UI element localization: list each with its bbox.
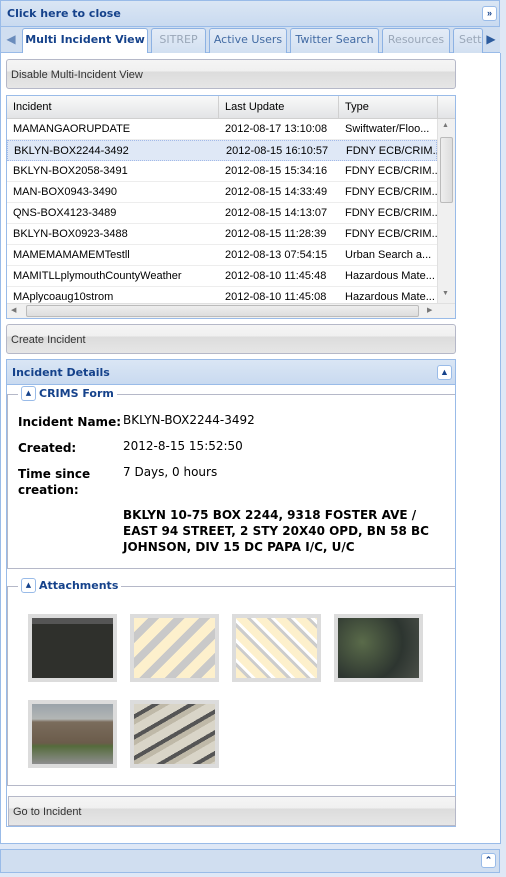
cell-last-update: 2012-08-17 13:10:08 bbox=[225, 123, 328, 135]
cell-last-update: 2012-08-10 11:45:08 bbox=[225, 291, 327, 303]
tab-resources[interactable]: Resources bbox=[382, 28, 450, 53]
cell-type: Hazardous Mate... bbox=[345, 270, 435, 282]
attachment-thumbnail[interactable] bbox=[232, 614, 321, 682]
create-incident-button[interactable]: Create Incident bbox=[6, 324, 456, 354]
cell-incident: BKLYN-BOX0923-3488 bbox=[13, 228, 128, 240]
cell-type: FDNY ECB/CRIM... bbox=[346, 145, 438, 157]
bottom-bar: ⌃ bbox=[0, 849, 500, 873]
double-chevron-up-icon[interactable]: ⌃ bbox=[481, 853, 496, 868]
table-row[interactable]: QNS-BOX4123-3489 2012-08-15 14:13:07 FDNY … bbox=[7, 203, 437, 224]
cell-incident: MAMEMAMAMEMTestll bbox=[13, 249, 130, 261]
collapse-up-icon[interactable]: ▲ bbox=[21, 386, 36, 401]
tab-active-users[interactable]: Active Users bbox=[209, 28, 287, 53]
tab-settings[interactable]: Sett bbox=[453, 28, 483, 53]
close-header-label[interactable]: Click here to close bbox=[7, 7, 121, 20]
cell-incident: MAMITLLplymouthCountyWeather bbox=[13, 270, 182, 282]
vertical-scrollbar[interactable]: ▲ ▼ bbox=[437, 119, 455, 303]
cell-last-update: 2012-08-13 07:54:15 bbox=[225, 249, 328, 261]
attachment-thumbnail[interactable] bbox=[28, 700, 117, 768]
tab-sitrep[interactable]: SITREP bbox=[151, 28, 206, 53]
incident-name-value: BKLYN-BOX2244-3492 bbox=[123, 413, 255, 427]
incident-details-title: Incident Details bbox=[12, 366, 110, 379]
column-header-type[interactable]: Type bbox=[339, 96, 438, 119]
crims-form-legend[interactable]: ▲ CRIMS Form bbox=[18, 386, 117, 401]
cell-last-update: 2012-08-10 11:45:48 bbox=[225, 270, 327, 282]
cell-last-update: 2012-08-15 14:33:49 bbox=[225, 186, 328, 198]
table-row[interactable]: BKLYN-BOX0923-3488 2012-08-15 11:28:39 FDN… bbox=[7, 224, 437, 245]
table-row[interactable]: MAMITLLplymouthCountyWeather 2012-08-10 1… bbox=[7, 266, 437, 287]
cell-last-update: 2012-08-15 15:34:16 bbox=[225, 165, 328, 177]
tab-twitter-search[interactable]: Twitter Search bbox=[290, 28, 379, 53]
cell-type: Urban Search a... bbox=[345, 249, 432, 261]
crims-form-fieldset: ▲ CRIMS Form Incident Name: BKLYN-BOX224… bbox=[7, 386, 455, 569]
column-header-spacer bbox=[438, 96, 455, 119]
collapse-header[interactable]: Click here to close » bbox=[0, 0, 500, 27]
column-header-incident[interactable]: Incident bbox=[7, 96, 219, 119]
cell-type: FDNY ECB/CRIM... bbox=[345, 186, 437, 198]
incident-description: BKLYN 10-75 BOX 2244, 9318 FOSTER AVE / … bbox=[123, 508, 429, 554]
incident-details-header: Incident Details ▲ bbox=[7, 360, 455, 385]
cell-type: Swiftwater/Floo... bbox=[345, 123, 430, 135]
attachment-thumbnail[interactable] bbox=[130, 700, 219, 768]
table-row[interactable]: MAN-BOX0943-3490 2012-08-15 14:33:49 FDNY … bbox=[7, 182, 437, 203]
scrollbar-thumb[interactable] bbox=[440, 137, 453, 203]
cell-incident: MAMANGAORUPDATE bbox=[13, 123, 131, 135]
table-row[interactable]: BKLYN-BOX2058-3491 2012-08-15 15:34:16 FDN… bbox=[7, 161, 437, 182]
table-row[interactable]: MAMEMAMAMEMTestll 2012-08-13 07:54:15 Urba… bbox=[7, 245, 437, 266]
attachment-thumbnail[interactable] bbox=[130, 614, 219, 682]
attachment-thumbnail[interactable] bbox=[334, 614, 423, 682]
incident-details-panel: Incident Details ▲ ▲ CRIMS Form Incident… bbox=[6, 359, 456, 827]
attachment-thumbnail[interactable] bbox=[28, 614, 117, 682]
disable-multi-incident-button[interactable]: Disable Multi-Incident View bbox=[6, 59, 456, 89]
table-row[interactable]: BKLYN-BOX2244-3492 2012-08-15 16:10:57 FDN… bbox=[7, 140, 438, 161]
cell-type: FDNY ECB/CRIM... bbox=[345, 207, 437, 219]
incident-name-label: Incident Name: bbox=[18, 415, 122, 429]
cell-incident: MAN-BOX0943-3490 bbox=[13, 186, 117, 198]
time-since-value: 7 Days, 0 hours bbox=[123, 465, 218, 479]
incident-grid: Incident Last Update Type MAMANGAORUPDAT… bbox=[6, 95, 456, 319]
cell-type: FDNY ECB/CRIM... bbox=[345, 165, 437, 177]
cell-last-update: 2012-08-15 16:10:57 bbox=[226, 145, 329, 157]
table-row[interactable]: MAMANGAORUPDATE 2012-08-17 13:10:08 Swiftw… bbox=[7, 119, 437, 140]
cell-incident: BKLYN-BOX2058-3491 bbox=[13, 165, 128, 177]
cell-type: Hazardous Mate... bbox=[345, 291, 435, 303]
tab-multi-incident-view[interactable]: Multi Incident View bbox=[22, 28, 148, 54]
cell-last-update: 2012-08-15 14:13:07 bbox=[225, 207, 328, 219]
cell-incident: BKLYN-BOX2244-3492 bbox=[14, 145, 129, 157]
collapse-up-icon[interactable]: ▲ bbox=[437, 365, 452, 380]
tab-strip: ◀ Multi Incident View SITREP Active User… bbox=[0, 27, 500, 54]
attachments-legend[interactable]: ▲ Attachments bbox=[18, 578, 122, 593]
time-since-label-2: creation: bbox=[18, 483, 79, 497]
time-since-label: Time since bbox=[18, 467, 91, 481]
cell-incident: QNS-BOX4123-3489 bbox=[13, 207, 117, 219]
created-label: Created: bbox=[18, 441, 77, 455]
attachments-title: Attachments bbox=[39, 579, 119, 592]
cell-incident: MAplycoaug10strom bbox=[13, 291, 114, 303]
go-to-incident-button[interactable]: Go to Incident bbox=[8, 796, 456, 826]
cell-last-update: 2012-08-15 11:28:39 bbox=[225, 228, 327, 240]
scrollbar-thumb[interactable] bbox=[26, 305, 419, 317]
cell-type: FDNY ECB/CRIM... bbox=[345, 228, 437, 240]
scroll-right-icon[interactable]: ▶ bbox=[483, 32, 499, 48]
attachments-fieldset: ▲ Attachments bbox=[7, 578, 455, 786]
scroll-left-icon[interactable]: ◀ bbox=[3, 32, 19, 48]
double-chevron-right-icon[interactable]: » bbox=[482, 6, 497, 21]
collapse-up-icon[interactable]: ▲ bbox=[21, 578, 36, 593]
column-header-last-update[interactable]: Last Update bbox=[219, 96, 339, 119]
created-value: 2012-8-15 15:52:50 bbox=[123, 439, 243, 453]
crims-form-title: CRIMS Form bbox=[39, 387, 114, 400]
horizontal-scrollbar[interactable]: ◀ ▶ bbox=[7, 303, 455, 318]
